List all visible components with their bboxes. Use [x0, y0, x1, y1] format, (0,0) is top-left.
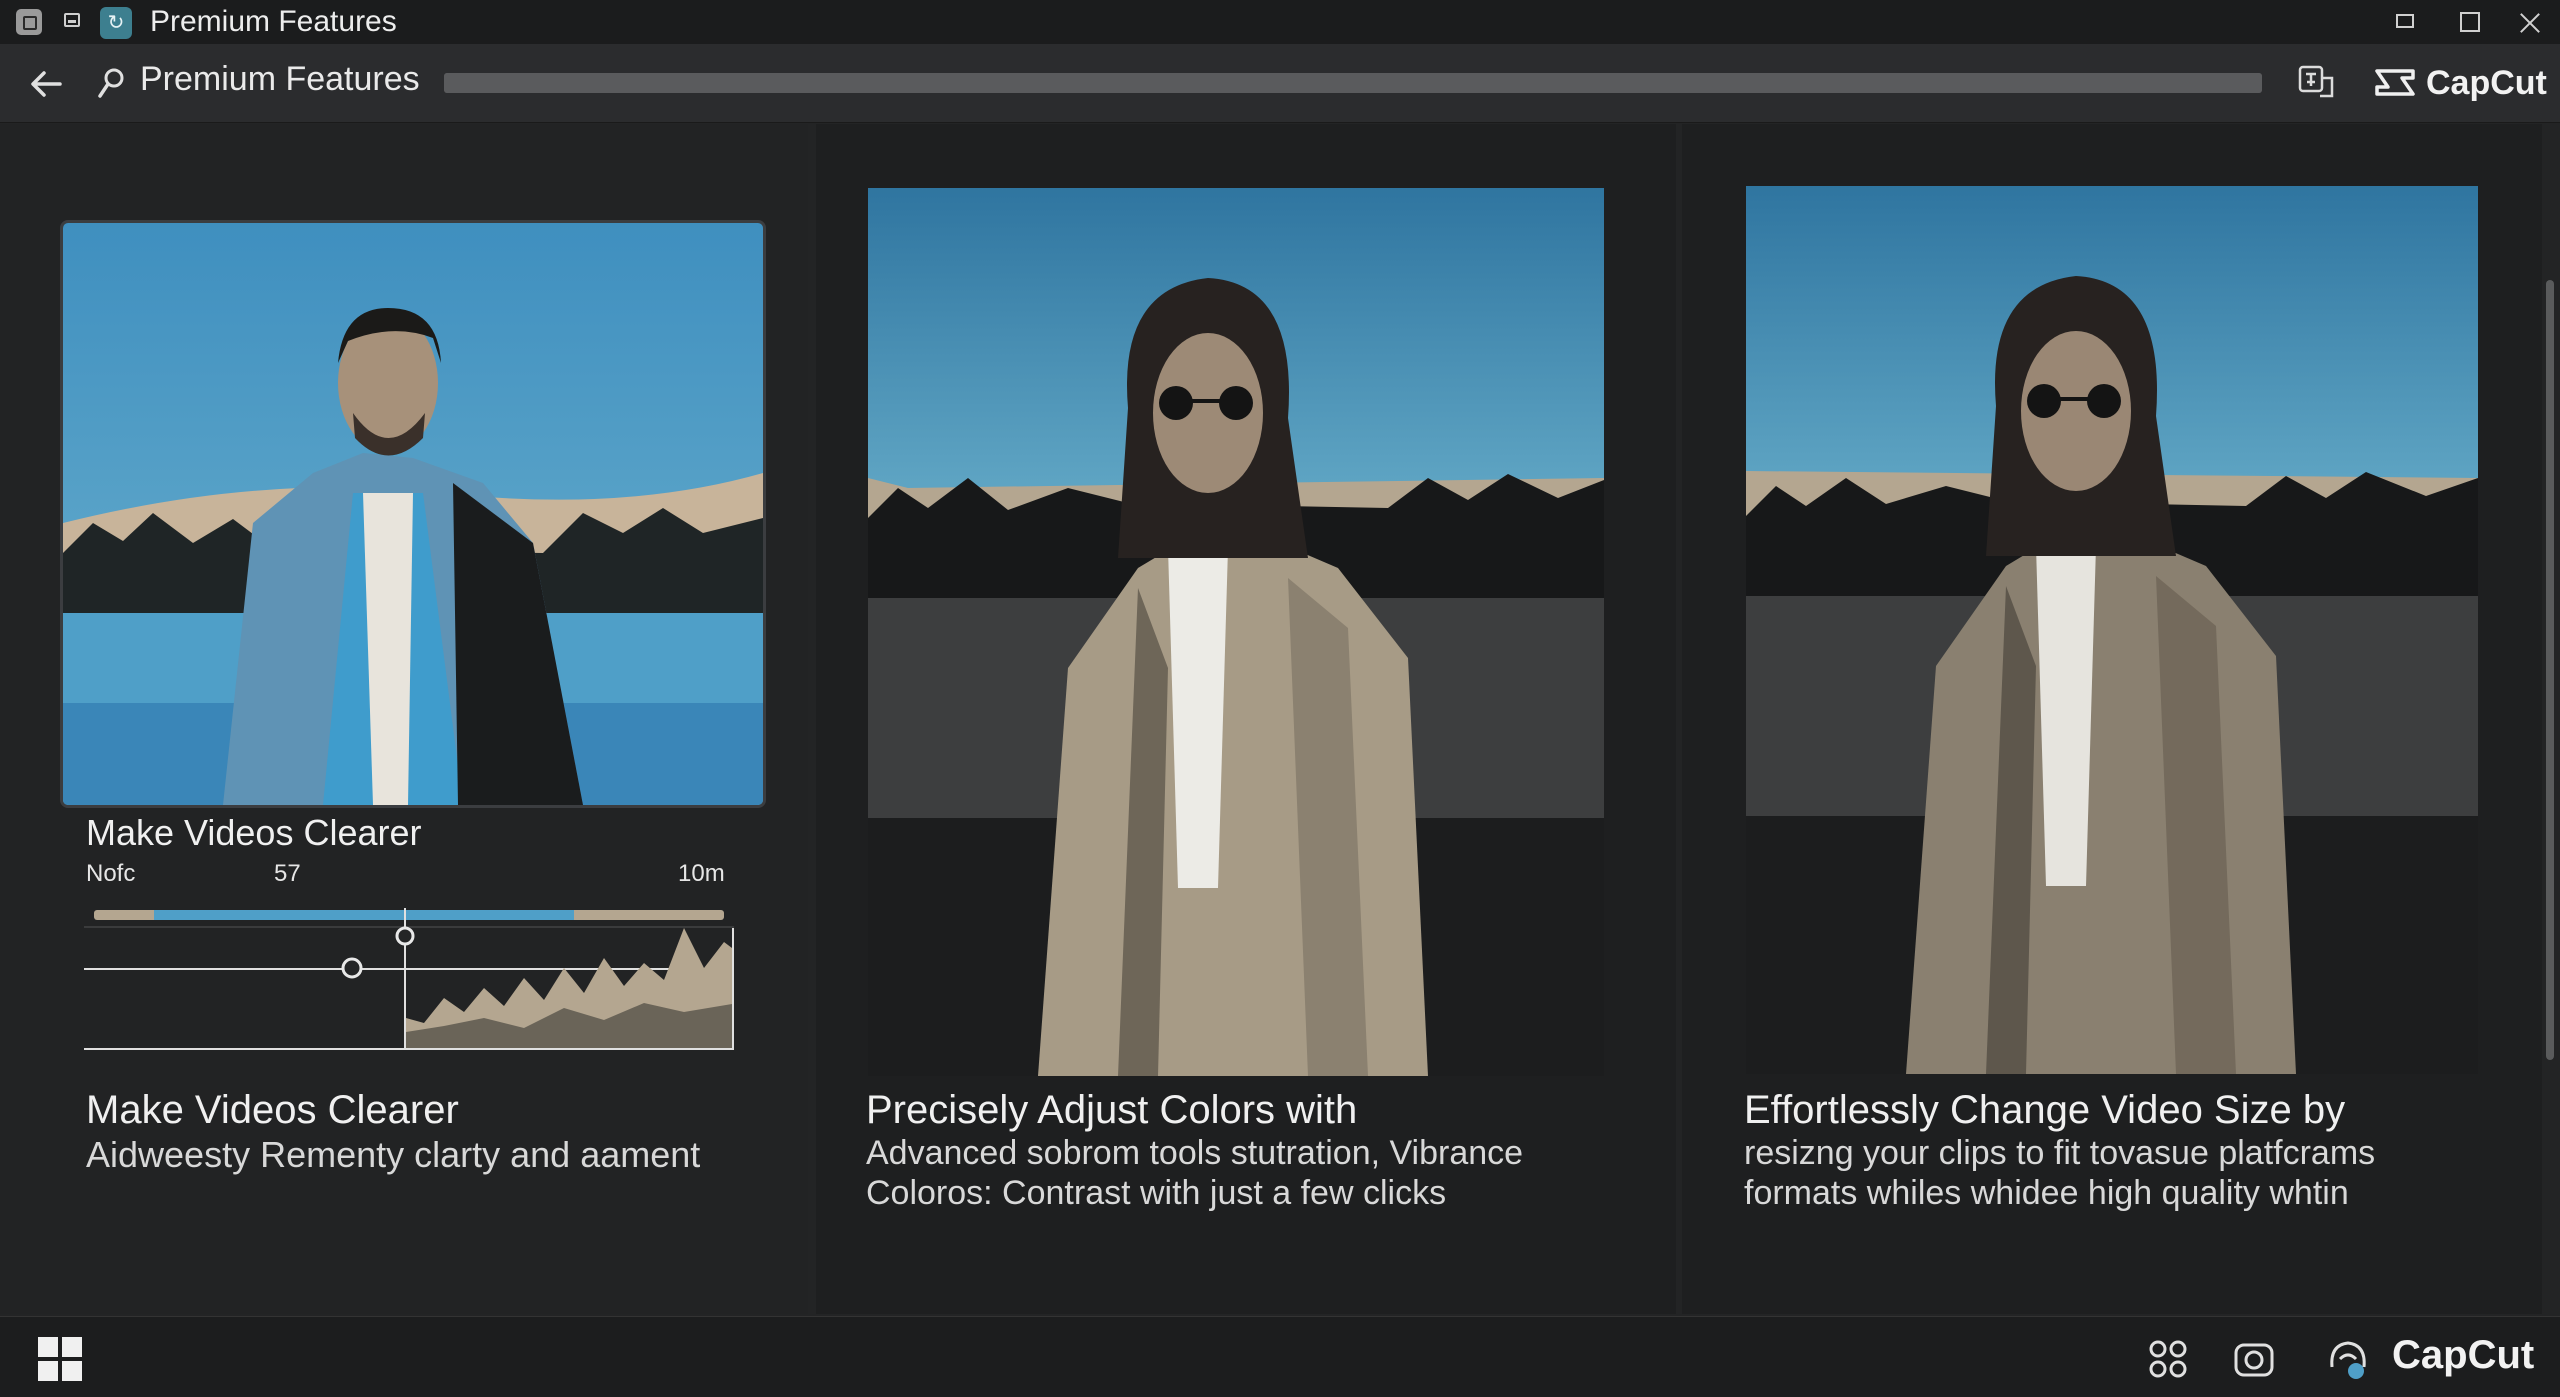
- minimize-button[interactable]: [2388, 6, 2424, 38]
- feature-image: [868, 188, 1604, 1076]
- taskbar: CapCut: [0, 1316, 2560, 1397]
- search-icon[interactable]: [96, 66, 126, 100]
- progress-fill: [444, 73, 2262, 93]
- windows-start-icon[interactable]: [38, 1337, 82, 1381]
- card-caption: Precisely Adjust Colors with: [866, 1088, 1358, 1132]
- vertical-scrollbar[interactable]: [2546, 280, 2554, 1060]
- timeline-label-end: 10m: [678, 860, 725, 887]
- maximize-button[interactable]: [2452, 6, 2488, 38]
- widgets-icon[interactable]: [2146, 1337, 2190, 1381]
- card-caption: Make Videos Clearer: [86, 1088, 459, 1132]
- feature-card-resize[interactable]: Effortlessly Change Video Size by resizn…: [1682, 124, 2542, 1314]
- feature-card-clarity[interactable]: Make Videos Clearer Nofc 57 10m Make Vid…: [0, 124, 808, 1314]
- capcut-logo-icon: [2374, 66, 2416, 100]
- timeline-label-mid: 57: [274, 860, 301, 887]
- card-caption: Effortlessly Change Video Size by: [1744, 1088, 2346, 1132]
- feature-image: [60, 220, 766, 808]
- title-bar: ↻ Premium Features: [0, 0, 2560, 44]
- feature-image: [1746, 186, 2478, 1074]
- capcut-taskbar-icon[interactable]: [2326, 1337, 2370, 1381]
- card-description-line: resizng your clips to fit tovasue platfc…: [1744, 1134, 2376, 1172]
- card-subtitle: Make Videos Clearer: [86, 812, 422, 853]
- back-arrow-icon[interactable]: [24, 62, 68, 106]
- card-description-line: Aidweesty Rementy clarty and aament: [86, 1134, 701, 1175]
- brand-name: CapCut: [2426, 64, 2547, 102]
- close-button[interactable]: [2512, 6, 2548, 38]
- window-icon[interactable]: [64, 13, 80, 27]
- taskbar-brand-label[interactable]: CapCut: [2392, 1333, 2534, 1378]
- camera-icon[interactable]: [2232, 1337, 2276, 1381]
- page-title: Premium Features: [140, 60, 420, 98]
- card-description-line: Coloros: Contrast with just a few clicks: [866, 1174, 1447, 1212]
- feature-card-colors[interactable]: Precisely Adjust Colors with Advanced so…: [816, 124, 1676, 1314]
- toolbar: Premium Features CapCut: [0, 44, 2560, 123]
- window-title: Premium Features: [150, 5, 397, 38]
- system-menu-icon[interactable]: [16, 9, 42, 35]
- card-description-line: formats whiles whidee high quality whtin: [1744, 1174, 2349, 1212]
- app-icon: ↻: [100, 7, 132, 39]
- loading-progress-bar: [444, 73, 2262, 93]
- clarity-timeline[interactable]: [84, 908, 734, 1058]
- card-description-line: Advanced sobrom tools stutration, Vibran…: [866, 1134, 1524, 1172]
- timeline-label-start: Nofc: [86, 860, 136, 887]
- translate-icon[interactable]: [2296, 62, 2336, 102]
